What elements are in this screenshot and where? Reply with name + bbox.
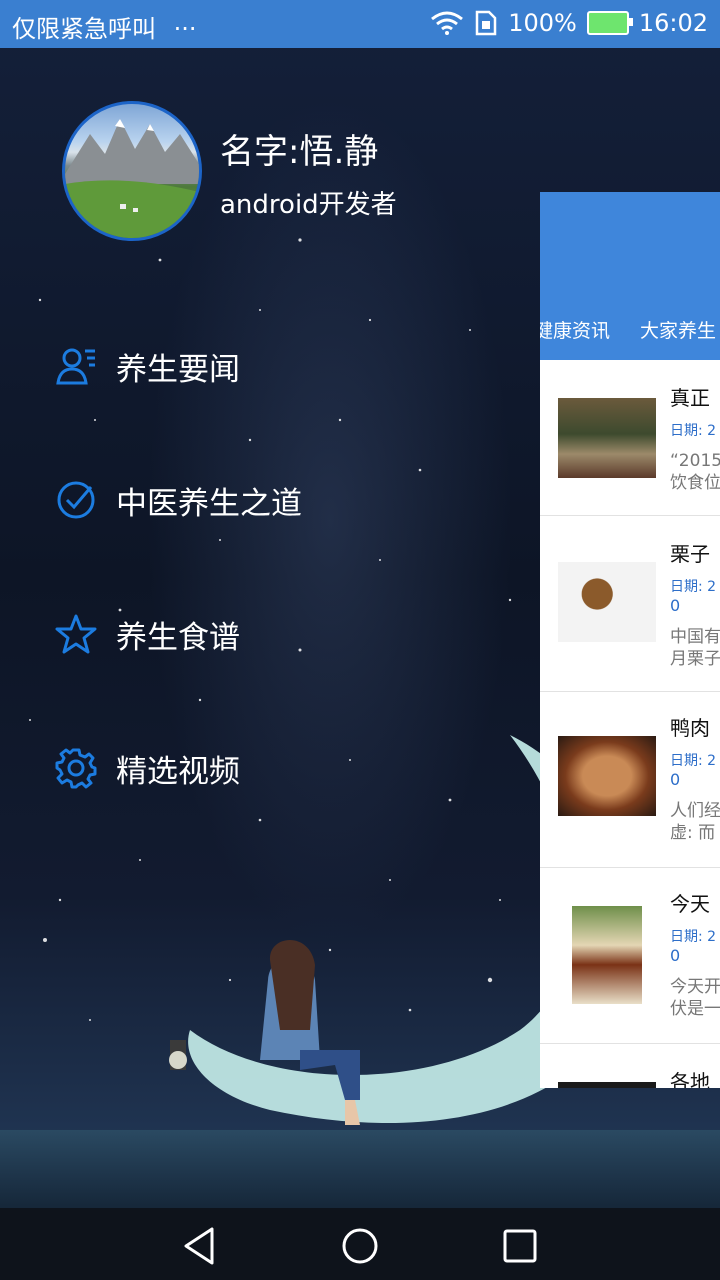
- contacts-icon: [54, 344, 98, 388]
- battery-icon: [586, 11, 633, 35]
- battery-percent: 100%: [508, 9, 577, 37]
- news-date: 日期: 2: [670, 579, 717, 595]
- menu-item-health-news[interactable]: 养生要闻: [54, 336, 240, 396]
- tab-health-info[interactable]: 健康资讯: [540, 316, 610, 343]
- menu-item-videos[interactable]: 精选视频: [54, 738, 240, 798]
- menu-item-recipes[interactable]: 养生食谱: [54, 604, 240, 664]
- user-role: android开发者: [220, 190, 397, 220]
- news-title: 鸭肉: [670, 716, 710, 740]
- water-reflection: [0, 1130, 720, 1210]
- news-date-cont: 0: [670, 946, 681, 965]
- list-item[interactable]: 各地: [540, 1044, 720, 1088]
- list-item[interactable]: 栗子 日期: 2 0 中国有 月栗子: [540, 516, 720, 692]
- avatar[interactable]: [62, 101, 202, 241]
- menu-label: 精选视频: [116, 753, 240, 790]
- news-title: 栗子: [670, 542, 710, 566]
- app-bar: [540, 192, 720, 292]
- carrier-text: 仅限紧急呼叫: [12, 15, 156, 43]
- gear-icon: [54, 746, 98, 790]
- main-content-panel[interactable]: 健康资讯 大家养生 真正 日期: 2 “2015 饮食位 栗子 日期: 2 0 …: [540, 192, 720, 1088]
- news-thumbnail: [558, 1082, 656, 1088]
- clock: 16:02: [638, 9, 708, 37]
- news-desc: 人们经: [670, 801, 720, 821]
- tab-everyone-health[interactable]: 大家养生: [640, 316, 716, 343]
- menu-label: 养生要闻: [116, 351, 240, 388]
- news-desc: 月栗子: [670, 649, 720, 669]
- news-title: 今天: [670, 892, 710, 916]
- news-thumbnail: [558, 562, 656, 642]
- news-desc: 虚: 而: [670, 823, 716, 843]
- check-circle-icon: [54, 478, 98, 522]
- news-desc: 今天开: [670, 977, 720, 997]
- status-bar: 仅限紧急呼叫 ··· 100% 16:02: [0, 0, 720, 48]
- list-item[interactable]: 今天 日期: 2 0 今天开 伏是一: [540, 868, 720, 1044]
- news-date-cont: 0: [670, 596, 681, 615]
- wifi-icon: [431, 11, 464, 35]
- tab-bar: 健康资讯 大家养生: [540, 292, 720, 360]
- recents-icon[interactable]: [498, 1224, 542, 1268]
- news-thumbnail: [558, 736, 656, 816]
- news-desc: 中国有: [670, 627, 720, 647]
- menu-item-tcm[interactable]: 中医养生之道: [54, 470, 302, 530]
- news-title: 各地: [670, 1070, 710, 1088]
- list-item[interactable]: 真正 日期: 2 “2015 饮食位: [540, 360, 720, 516]
- menu-label: 中医养生之道: [116, 485, 302, 522]
- menu-label: 养生食谱: [116, 619, 240, 656]
- news-title: 真正: [670, 386, 710, 410]
- news-desc: 饮食位: [670, 473, 720, 493]
- news-date: 日期: 2: [670, 423, 717, 439]
- news-date: 日期: 2: [670, 753, 717, 769]
- list-item[interactable]: 鸭肉 日期: 2 0 人们经 虚: 而: [540, 692, 720, 868]
- mountain-photo: [65, 119, 199, 238]
- more-icon: ···: [173, 15, 197, 43]
- navigation-bar: [0, 1208, 720, 1280]
- news-date: 日期: 2: [670, 929, 717, 945]
- news-desc: “2015: [670, 451, 720, 471]
- news-thumbnail: [572, 906, 642, 1004]
- star-icon: [54, 612, 98, 656]
- news-thumbnail: [558, 398, 656, 478]
- user-name: 名字:悟.静: [220, 132, 379, 172]
- home-icon[interactable]: [338, 1224, 382, 1268]
- back-icon[interactable]: [178, 1224, 222, 1268]
- news-date-cont: 0: [670, 770, 681, 789]
- news-desc: 伏是一: [670, 999, 720, 1019]
- sim-card-icon: [475, 10, 497, 36]
